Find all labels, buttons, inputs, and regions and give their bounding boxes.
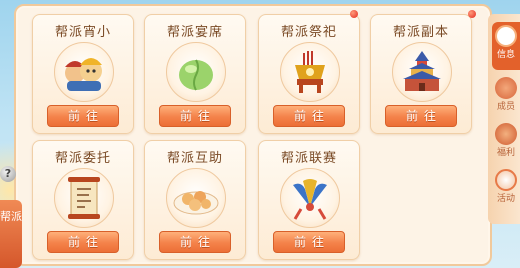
tab-label: 活动 — [496, 194, 515, 204]
tab-info[interactable]: 信息 — [492, 22, 520, 70]
card-title: 帮派联赛 — [280, 151, 337, 166]
tab-label: 成员 — [496, 102, 515, 112]
help-button[interactable]: ? — [0, 166, 16, 182]
go-button[interactable]: 前往 — [47, 231, 119, 253]
guild-side-tab[interactable]: 帮派 — [0, 200, 22, 268]
card-guild-banquet: 帮派宴席 前往 — [144, 14, 246, 134]
card-title: 帮派祭祀 — [280, 25, 337, 40]
card-guild-mutual-aid: 帮派互助 前往 — [144, 140, 246, 260]
card-title: 帮派宵小 — [54, 25, 111, 40]
go-button[interactable]: 前往 — [273, 231, 345, 253]
activity-icon — [495, 169, 517, 191]
tab-label: 信息 — [496, 50, 515, 60]
info-book-icon — [495, 25, 517, 47]
card-guild-league: 帮派联赛 前往 — [258, 140, 360, 260]
tab-members[interactable]: 成员 — [492, 74, 520, 122]
card-guild-sacrifice: 帮派祭祀 前往 — [258, 14, 360, 134]
pagoda-castle-icon — [392, 42, 452, 102]
card-guild-dungeon: 帮派副本 前往 — [370, 14, 472, 134]
card-guild-commission: 帮派委托 前往 — [32, 140, 134, 260]
fans-banner-icon — [280, 168, 340, 228]
tab-welfare[interactable]: 福利 — [492, 120, 520, 168]
green-dumpling-icon — [166, 42, 226, 102]
bandits-group-icon — [54, 42, 114, 102]
guild-tab-label: 帮派 — [0, 210, 22, 223]
card-guild-bandits: 帮派宵小 前往 — [32, 14, 134, 134]
scroll-order-icon — [54, 168, 114, 228]
notification-dot — [350, 10, 358, 18]
go-button[interactable]: 前往 — [47, 105, 119, 127]
card-title: 帮派互助 — [166, 151, 223, 166]
go-button[interactable]: 前往 — [273, 105, 345, 127]
tab-activity[interactable]: 活动 — [492, 166, 520, 214]
card-title: 帮派宴席 — [166, 25, 223, 40]
members-icon — [495, 77, 517, 99]
card-title: 帮派副本 — [392, 25, 449, 40]
notification-dot — [468, 10, 476, 18]
go-button[interactable]: 前往 — [159, 231, 231, 253]
welfare-icon — [495, 123, 517, 145]
incense-altar-icon — [280, 42, 340, 102]
tab-label: 福利 — [496, 148, 515, 158]
go-button[interactable]: 前往 — [385, 105, 457, 127]
go-button[interactable]: 前往 — [159, 105, 231, 127]
card-title: 帮派委托 — [54, 151, 111, 166]
guild-activity-panel: 帮派宵小 前往 帮派宴席 前往 帮派祭祀 前往 帮派副本 前往 帮派委托 前往 … — [14, 4, 492, 266]
pastry-plate-icon — [166, 168, 226, 228]
